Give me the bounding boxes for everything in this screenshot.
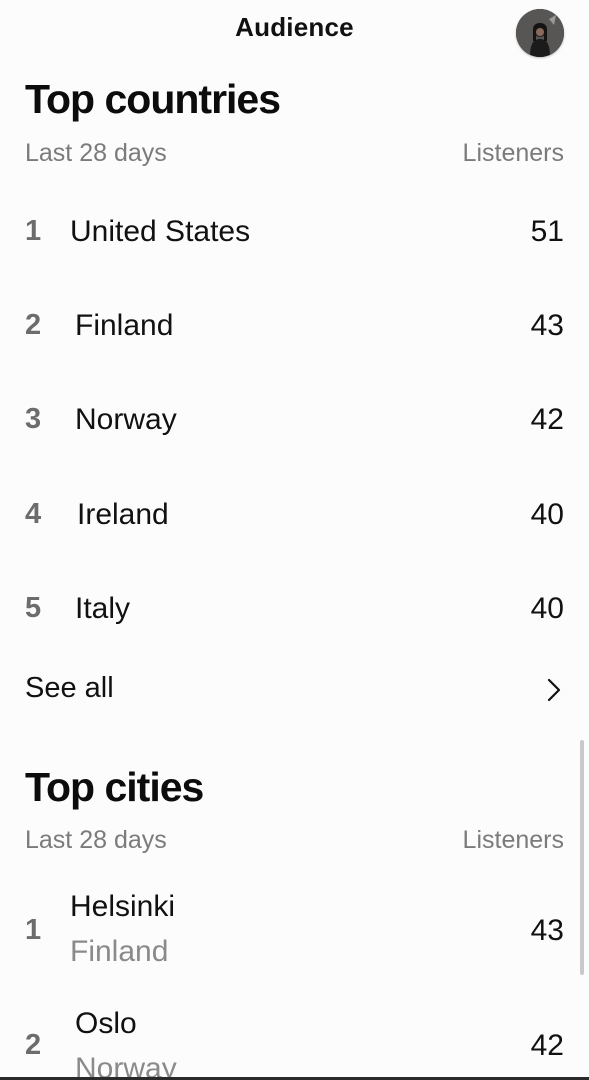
scrollbar[interactable] xyxy=(580,740,584,975)
top-bar: Audience xyxy=(0,0,589,58)
country-listeners: 51 xyxy=(530,215,564,248)
city-row[interactable]: 1 Helsinki Finland 43 xyxy=(0,888,589,978)
countries-period-label: Last 28 days xyxy=(25,139,167,167)
cities-metric-label: Listeners xyxy=(462,826,564,854)
country-rank: 1 xyxy=(25,215,42,247)
see-all-label: See all xyxy=(25,672,114,704)
city-country: Norway xyxy=(75,1052,177,1080)
chevron-right-icon xyxy=(547,678,561,702)
cities-period-label: Last 28 days xyxy=(25,826,167,854)
city-country: Finland xyxy=(70,935,169,968)
country-name: Finland xyxy=(75,309,174,342)
country-rank: 2 xyxy=(25,309,42,341)
country-row[interactable]: 3 Norway 42 xyxy=(0,403,589,463)
country-row[interactable]: 1 United States 51 xyxy=(0,215,589,275)
profile-avatar[interactable] xyxy=(516,9,564,57)
audience-screen: Audience Top countries Last 28 days List… xyxy=(0,0,589,1080)
country-row[interactable]: 4 Ireland 40 xyxy=(0,498,589,558)
country-listeners: 40 xyxy=(530,592,564,625)
see-all-countries-button[interactable]: See all xyxy=(0,668,589,712)
country-listeners: 40 xyxy=(530,498,564,531)
page-title: Audience xyxy=(235,12,354,42)
city-rank: 2 xyxy=(25,1029,42,1061)
city-name: Oslo xyxy=(75,1007,137,1040)
country-rank: 5 xyxy=(25,592,42,624)
city-rank: 1 xyxy=(25,914,42,946)
country-row[interactable]: 2 Finland 43 xyxy=(0,309,589,369)
country-name: Ireland xyxy=(77,498,169,531)
country-rank: 3 xyxy=(25,403,42,435)
country-name: Norway xyxy=(75,403,177,436)
country-name: Italy xyxy=(75,592,131,625)
country-row[interactable]: 5 Italy 40 xyxy=(0,592,589,652)
country-rank: 4 xyxy=(25,498,42,530)
countries-metric-label: Listeners xyxy=(462,139,564,167)
country-listeners: 42 xyxy=(530,403,564,436)
avatar-image xyxy=(516,9,564,57)
country-name: United States xyxy=(70,215,251,248)
city-listeners: 43 xyxy=(530,914,564,947)
city-name: Helsinki xyxy=(70,890,176,923)
top-countries-title: Top countries xyxy=(25,76,281,122)
top-cities-title: Top cities xyxy=(25,764,204,810)
city-listeners: 42 xyxy=(530,1029,564,1062)
country-listeners: 43 xyxy=(530,309,564,342)
city-row[interactable]: 2 Oslo Norway 42 xyxy=(0,1005,589,1080)
